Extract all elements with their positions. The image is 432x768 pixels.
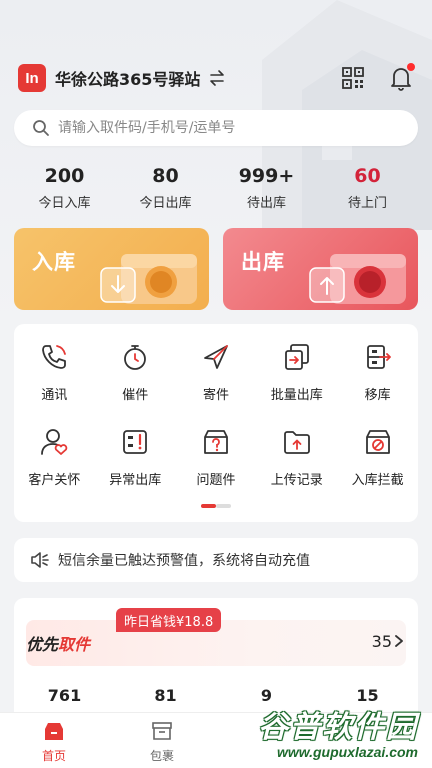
grid-page-indicator <box>201 504 231 508</box>
header: In 华徐公路365号驿站 <box>18 62 415 94</box>
grid-item-label: 问题件 <box>196 473 236 488</box>
upload-folder-icon <box>280 425 314 459</box>
grid-item-label: 客户关怀 <box>28 473 81 488</box>
priority-stat-value[interactable]: 761 <box>14 686 115 705</box>
package-tab-icon <box>152 722 172 740</box>
action-cards: 入库 出库 <box>14 228 418 310</box>
stats-row: 200 今日入库 80 今日出库 999+ 待出库 60 待上门 <box>14 164 418 211</box>
grid-item-move-stock[interactable]: 移库 <box>337 340 418 403</box>
intercept-icon <box>361 425 395 459</box>
stat-pending-visit[interactable]: 60 待上门 <box>317 164 418 211</box>
grid-item-label: 通讯 <box>41 388 68 403</box>
station-name[interactable]: 华徐公路365号驿站 <box>55 66 200 90</box>
stat-label: 待出库 <box>246 196 286 211</box>
grid-item-label: 入库拦截 <box>351 473 404 488</box>
stock-out-label: 出库 <box>241 250 285 274</box>
watermark-title: 谷普软件园 <box>258 710 418 745</box>
tab-packages[interactable]: 包裹 <box>108 713 216 768</box>
send-icon <box>199 340 233 374</box>
chevron-right-icon[interactable] <box>394 634 404 648</box>
stock-out-card[interactable]: 出库 <box>223 228 418 310</box>
grid-item-upload-records[interactable]: 上传记录 <box>256 425 337 488</box>
stopwatch-icon <box>118 340 152 374</box>
grid-item-label: 批量出库 <box>270 388 323 403</box>
phone-icon <box>37 340 71 374</box>
stat-value: 200 <box>44 165 85 187</box>
qr-code-icon <box>342 67 364 89</box>
move-stock-icon <box>361 340 395 374</box>
grid-item-problem[interactable]: 问题件 <box>176 425 257 488</box>
grid-item-label: 异常出库 <box>109 473 162 488</box>
grid-item-urge[interactable]: 催件 <box>95 340 176 403</box>
stat-pending-out[interactable]: 999+ 待出库 <box>216 164 317 211</box>
grid-item-batch-out[interactable]: 批量出库 <box>256 340 337 403</box>
function-grid-panel: 通讯 催件 寄件 批量出库 移库 客户关怀 异常出库 问题件 上传记录 入库拦截 <box>14 324 418 522</box>
tab-label: 包裹 <box>149 749 174 763</box>
notice-bar[interactable]: 短信余量已触达预警值，系统将自动充值 <box>14 538 418 582</box>
watermark-url: www.gupuxlazai.com <box>276 744 418 760</box>
stat-label: 待上门 <box>347 196 387 211</box>
app-logo: In <box>18 64 46 92</box>
grid-item-abnormal-out[interactable]: 异常出库 <box>95 425 176 488</box>
grid-item-intercept[interactable]: 入库拦截 <box>337 425 418 488</box>
search-input[interactable] <box>58 120 378 136</box>
notifications-button[interactable] <box>388 63 415 91</box>
grid-item-label: 上传记录 <box>270 473 323 488</box>
stock-in-card[interactable]: 入库 <box>14 228 209 310</box>
switch-station-icon[interactable] <box>208 69 226 87</box>
stat-value: 80 <box>152 165 179 187</box>
notification-dot <box>407 63 415 71</box>
priority-pickup-title: 优先取件 <box>26 631 90 655</box>
search-bar[interactable] <box>14 110 418 146</box>
priority-count: 35 <box>371 632 392 651</box>
grid-item-contact[interactable]: 通讯 <box>14 340 95 403</box>
speaker-icon <box>31 552 49 568</box>
grid-item-label: 催件 <box>122 388 149 403</box>
stat-today-out[interactable]: 80 今日出库 <box>115 164 216 211</box>
notice-text: 短信余量已触达预警值，系统将自动充值 <box>58 553 310 569</box>
home-tab-icon <box>45 723 63 740</box>
priority-stat-value[interactable]: 81 <box>115 686 216 705</box>
search-icon <box>33 120 49 136</box>
grid-item-label: 移库 <box>364 388 391 403</box>
stat-value: 60 <box>354 165 381 187</box>
page-dot-active <box>201 504 216 508</box>
customer-care-icon <box>37 425 71 459</box>
function-grid: 通讯 催件 寄件 批量出库 移库 客户关怀 异常出库 问题件 上传记录 入库拦截 <box>14 340 418 488</box>
stat-today-in[interactable]: 200 今日入库 <box>14 164 115 211</box>
grid-item-customer-care[interactable]: 客户关怀 <box>14 425 95 488</box>
qr-scan-button[interactable] <box>340 65 366 91</box>
grid-item-label: 寄件 <box>202 388 229 403</box>
stat-label: 今日入库 <box>38 196 91 211</box>
stock-in-label: 入库 <box>32 250 76 274</box>
stock-in-box-icon <box>100 254 197 304</box>
savings-badge: 昨日省钱¥18.8 <box>116 608 222 632</box>
stock-out-box-icon <box>309 254 406 304</box>
stat-value: 999+ <box>238 165 295 187</box>
tab-label: 首页 <box>41 749 66 763</box>
batch-out-icon <box>280 340 314 374</box>
priority-title-prefix: 优先 <box>26 635 59 654</box>
stat-label: 今日出库 <box>139 196 192 211</box>
site-watermark: 谷普软件园 www.gupuxlazai.com <box>232 702 428 764</box>
grid-item-send[interactable]: 寄件 <box>176 340 257 403</box>
tab-home[interactable]: 首页 <box>0 713 108 768</box>
abnormal-out-icon <box>118 425 152 459</box>
page-dot <box>216 504 231 508</box>
priority-title-suffix: 取件 <box>58 635 91 654</box>
problem-package-icon <box>199 425 233 459</box>
